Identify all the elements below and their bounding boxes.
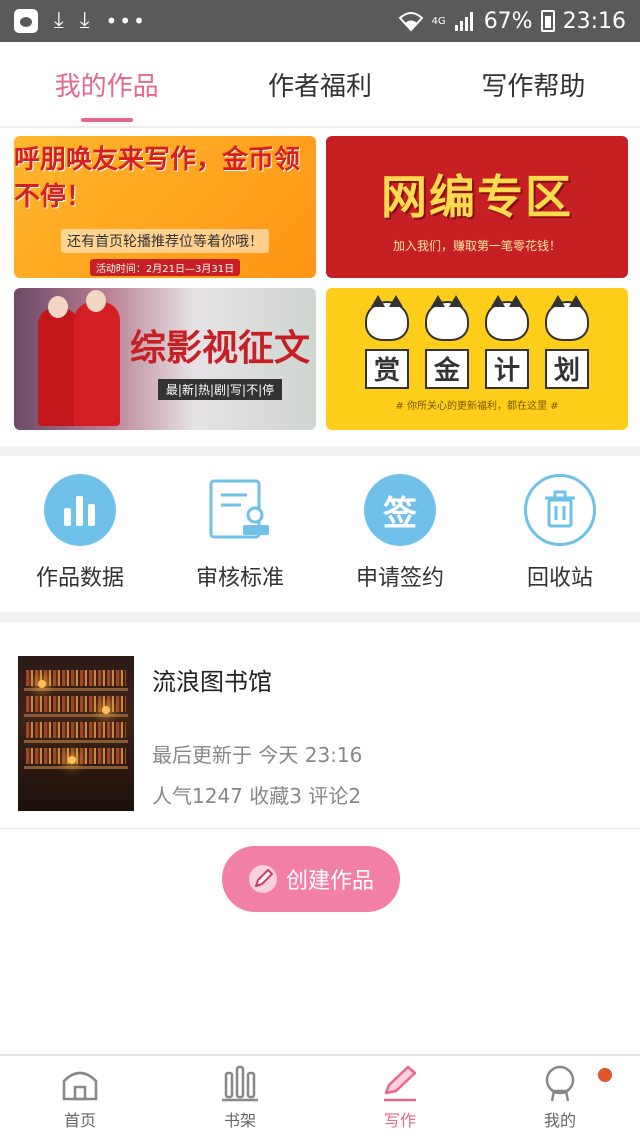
bounty-char: 划	[545, 348, 589, 389]
nav-mine[interactable]: 我的	[480, 1056, 640, 1138]
review-standard-button[interactable]: 审核标准	[160, 462, 320, 612]
download-icon-2: ⤓	[79, 8, 90, 33]
cat-illustrations	[365, 294, 589, 341]
drama-contest-banner[interactable]: 综影视征文 最|新|热|剧|写|不|停	[14, 288, 316, 430]
cat-icon	[365, 294, 409, 341]
figure-head	[48, 296, 68, 318]
bounty-char: 赏	[365, 348, 409, 389]
tab-author-benefits[interactable]: 作者福利	[213, 42, 426, 126]
pencil-icon	[384, 1065, 417, 1102]
cat-icon	[545, 294, 589, 341]
review-standard-label: 审核标准	[195, 566, 284, 591]
nav-mine-label: 我的	[543, 1111, 576, 1130]
costume-figure	[38, 308, 78, 426]
network-type: 4G	[431, 15, 446, 27]
sign-icon: 签	[364, 474, 436, 546]
section-divider	[0, 612, 640, 622]
wifi-icon	[398, 12, 423, 32]
cat-icon	[425, 294, 469, 341]
invite-banner-subtitle: 还有首页轮播推荐位等着你哦！	[61, 228, 269, 253]
bar-chart-icon	[44, 474, 116, 546]
nav-home[interactable]: 首页	[0, 1056, 160, 1138]
work-title: 流浪图书馆	[152, 668, 272, 696]
more-notifications-icon: •••	[105, 9, 147, 33]
editor-banner-title: 网编专区	[381, 169, 573, 224]
nav-bookshelf-label: 书架	[223, 1111, 256, 1130]
work-last-updated: 最后更新于 今天 23:16	[152, 743, 363, 767]
drama-banner-title: 综影视征文	[129, 327, 310, 369]
tab-my-works[interactable]: 我的作品	[0, 42, 213, 126]
recycle-bin-button[interactable]: 回收站	[480, 462, 640, 612]
costume-figure-2	[74, 302, 120, 426]
invite-friends-banner[interactable]: 呼朋唤友来写作，金币领不停！ 还有首页轮播推荐位等着你哦！ 活动时间：2月21日…	[14, 136, 316, 278]
invite-banner-title: 呼朋唤友来写作，金币领不停！	[14, 144, 301, 212]
top-tabs: 我的作品 作者福利 写作帮助	[0, 42, 640, 128]
drama-banner-subtitle: 最|新|热|剧|写|不|停	[157, 378, 283, 400]
bounty-banner-subtitle: # 你所关心的更新福利，都在这里 #	[395, 400, 559, 412]
list-divider	[0, 828, 640, 829]
download-icon: ⤓	[54, 8, 64, 33]
bookshelf-icon	[222, 1065, 258, 1102]
bounty-plan-banner[interactable]: 赏 金 计 划 # 你所关心的更新福利，都在这里 #	[326, 288, 628, 430]
invite-banner-date: 活动时间：2月21日—3月31日	[89, 258, 241, 276]
trash-icon	[524, 474, 596, 546]
work-list-item[interactable]: 流浪图书馆 最后更新于 今天 23:16 人气1247 收藏3 评论2	[18, 656, 622, 812]
status-bar: ⤓ ⤓ ••• 4G 67% 23:16	[0, 0, 640, 42]
create-work-button[interactable]: 创建作品	[222, 846, 400, 912]
nav-bookshelf[interactable]: 书架	[160, 1056, 320, 1138]
bounty-char: 计	[485, 348, 529, 389]
home-icon	[62, 1071, 98, 1101]
bottom-navigation: 首页 书架 写作 我的	[0, 1054, 640, 1138]
tool-grid: 作品数据 审核标准 签 申请签约 回收站	[0, 462, 640, 612]
create-work-label: 创建作品	[285, 869, 374, 894]
apply-sign-label: 申请签约	[355, 566, 444, 591]
paw-app-icon	[14, 9, 38, 33]
battery-icon	[540, 10, 555, 32]
nav-home-label: 首页	[63, 1111, 96, 1130]
banner-grid: 呼朋唤友来写作，金币领不停！ 还有首页轮播推荐位等着你哦！ 活动时间：2月21日…	[14, 136, 628, 430]
apply-sign-button[interactable]: 签 申请签约	[320, 462, 480, 612]
section-divider	[0, 446, 640, 456]
cat-icon	[485, 294, 529, 341]
battery-percent: 67%	[483, 8, 533, 34]
nav-write[interactable]: 写作	[320, 1056, 480, 1138]
work-stats: 人气1247 收藏3 评论2	[152, 784, 362, 808]
work-cover-image	[18, 656, 134, 811]
signal-icon	[454, 12, 473, 31]
nav-write-label: 写作	[383, 1111, 416, 1130]
pencil-icon	[248, 865, 277, 893]
tab-writing-help[interactable]: 写作帮助	[427, 42, 640, 126]
editor-zone-banner[interactable]: 网编专区 加入我们，赚取第一笔零花钱！	[326, 136, 628, 278]
editor-banner-subtitle: 加入我们，赚取第一笔零花钱！	[392, 238, 561, 253]
document-review-icon	[204, 474, 276, 546]
clock: 23:16	[562, 8, 626, 34]
recycle-bin-label: 回收站	[526, 566, 593, 591]
profile-icon	[545, 1065, 575, 1102]
works-data-button[interactable]: 作品数据	[0, 462, 160, 612]
notification-dot	[598, 1068, 612, 1082]
figure-head-2	[86, 290, 106, 312]
works-data-label: 作品数据	[35, 566, 124, 591]
bounty-char: 金	[425, 348, 469, 389]
